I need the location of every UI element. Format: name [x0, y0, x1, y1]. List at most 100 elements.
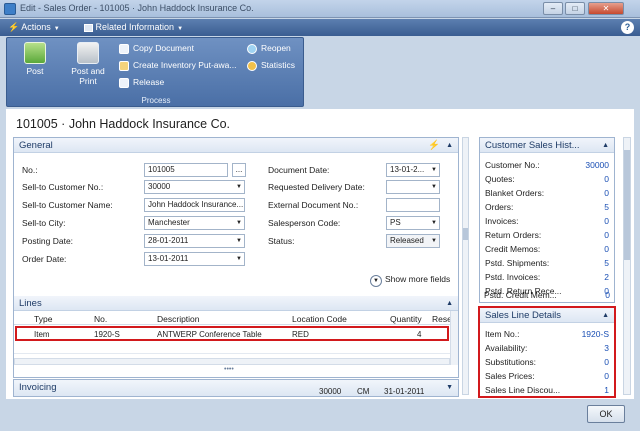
document-date-field[interactable]: 13-01-2... ▼ — [386, 163, 440, 177]
lines-column-header: Type No. Description Location Code Quant… — [14, 311, 452, 325]
factbox-value-link[interactable]: 0 — [604, 188, 609, 198]
requested-delivery-date-field[interactable]: ▼ — [386, 180, 440, 194]
factbox-label: Sales Line Discou... — [485, 385, 561, 395]
copy-document-button[interactable]: Copy Document — [119, 41, 194, 56]
lines-vertical-scrollbar[interactable] — [450, 311, 458, 365]
row-description: ANTWERP Conference Table — [157, 330, 262, 339]
sell-to-city-field[interactable]: Manchester ▼ — [144, 216, 245, 230]
main-scrollbar[interactable] — [462, 137, 469, 395]
ok-button[interactable]: OK — [587, 405, 625, 423]
sell-to-customer-no-label: Sell-to Customer No.: — [22, 182, 104, 192]
row-type: Item — [34, 330, 50, 339]
factbox-value-link[interactable]: 30000 — [585, 160, 609, 170]
factbox-value-link[interactable]: 1920-S — [582, 329, 609, 339]
show-more-fields-button[interactable]: ▼ Show more fields — [370, 274, 450, 287]
post-icon — [24, 42, 46, 64]
sell-to-customer-no-field[interactable]: 30000 ▼ — [144, 180, 245, 194]
order-date-field[interactable]: 13-01-2011 ▼ — [144, 252, 245, 266]
column-description[interactable]: Description — [157, 314, 200, 324]
column-no[interactable]: No. — [94, 314, 107, 324]
factbox-label: Pstd. Credit Mem... — [484, 290, 557, 300]
factbox-value-link[interactable]: 0 — [604, 174, 609, 184]
release-button[interactable]: Release — [119, 75, 164, 90]
factbox-label: Availability: — [485, 343, 528, 353]
collapse-icon[interactable]: ▲ — [602, 308, 609, 323]
related-information-menu[interactable]: Related Information ▼ — [84, 21, 183, 34]
status-label: Status: — [268, 236, 295, 246]
factbox-value-link[interactable]: 0 — [604, 357, 609, 367]
factbox-value-link[interactable]: 0 — [604, 244, 609, 254]
lines-horizontal-scrollbar[interactable] — [14, 358, 450, 365]
table-row[interactable]: Item 1920-S ANTWERP Conference Table RED… — [15, 326, 449, 341]
minimize-button[interactable]: – — [543, 2, 563, 15]
factbox-value-link[interactable]: 0 — [604, 230, 609, 240]
collapse-icon[interactable]: ▲ — [446, 138, 453, 153]
inventory-icon — [119, 60, 129, 71]
factbox-value-link[interactable]: 2 — [604, 272, 609, 282]
general-header[interactable]: General ⚡ ▲ — [14, 138, 458, 153]
sell-to-city-label: Sell-to City: — [22, 218, 66, 228]
factbox-label: Substitutions: — [485, 357, 537, 367]
factbox-value-link[interactable]: 0 — [604, 371, 609, 381]
ribbon-group-label: Process — [141, 96, 171, 105]
action-menu-bar: ⚡ Actions ▼ Related Information ▼ ? — [0, 19, 640, 36]
general-panel: General ⚡ ▲ No.: 101005 ... Sell-to Cust… — [13, 137, 459, 297]
status-field[interactable]: Released ▼ — [386, 234, 440, 248]
assist-edit-button[interactable]: ... — [232, 163, 246, 177]
invoicing-panel: Invoicing 30000 CM 31-01-2011 ▼ — [13, 379, 459, 397]
window-icon — [4, 3, 16, 15]
posting-date-label: Posting Date: — [22, 236, 74, 246]
factbox-value-link[interactable]: 0 — [604, 216, 609, 226]
resize-grip[interactable]: •••• — [224, 366, 234, 373]
no-field[interactable]: 101005 — [144, 163, 228, 177]
lines-header[interactable]: Lines ▲ — [14, 296, 458, 311]
column-reserved[interactable]: Rese — [432, 314, 452, 324]
column-location-code[interactable]: Location Code — [292, 314, 347, 324]
factbox-value-link[interactable]: 0 — [596, 290, 610, 300]
chevron-down-icon: ▼ — [53, 26, 60, 32]
help-button[interactable]: ? — [621, 21, 634, 34]
salesperson-code-field[interactable]: PS ▼ — [386, 216, 440, 230]
factbox-value-link[interactable]: 5 — [604, 202, 609, 212]
expand-circle-icon: ▼ — [370, 275, 382, 287]
create-inventory-putaway-button[interactable]: Create Inventory Put-awa... — [119, 58, 236, 73]
collapse-icon[interactable]: ▲ — [602, 138, 609, 153]
release-icon — [119, 77, 129, 88]
factbox-value-link[interactable]: 3 — [604, 343, 609, 353]
related-info-icon — [84, 23, 93, 32]
invoicing-amount: 30000 — [319, 387, 342, 396]
maximize-button[interactable]: □ — [565, 2, 585, 15]
statistics-button[interactable]: Statistics — [247, 58, 295, 73]
invoicing-header[interactable]: Invoicing 30000 CM 31-01-2011 ▼ — [14, 380, 458, 396]
scrollbar-thumb[interactable] — [463, 228, 468, 240]
close-button[interactable]: ✕ — [588, 2, 624, 15]
factbox-scrollbar[interactable] — [623, 137, 631, 395]
actions-menu[interactable]: ⚡ Actions ▼ — [8, 21, 60, 34]
expand-icon[interactable]: ▼ — [446, 380, 453, 395]
collapse-icon[interactable]: ▲ — [446, 296, 453, 311]
dropdown-icon: ▼ — [236, 184, 242, 190]
column-quantity[interactable]: Quantity — [390, 314, 422, 324]
post-button[interactable]: Post — [17, 42, 53, 76]
factbox-label: Customer No.: — [485, 160, 540, 170]
posting-date-field[interactable]: 28-01-2011 ▼ — [144, 234, 245, 248]
chevron-down-icon: ▼ — [177, 26, 184, 32]
reopen-button[interactable]: Reopen — [247, 41, 291, 56]
lightning-icon: ⚡ — [8, 22, 20, 32]
window-title: Edit - Sales Order - 101005 · John Haddo… — [20, 3, 254, 13]
row-location-code: RED — [292, 330, 309, 339]
statistics-icon — [247, 60, 257, 71]
sales-line-details-header[interactable]: Sales Line Details ▲ — [480, 308, 614, 323]
post-and-print-button[interactable]: Post and Print — [67, 42, 109, 86]
sell-to-customer-name-field[interactable]: John Haddock Insurance... — [144, 198, 245, 212]
factbox-value-link[interactable]: 5 — [604, 258, 609, 268]
external-document-no-field[interactable] — [386, 198, 440, 212]
row-no: 1920-S — [94, 330, 120, 339]
factbox-label: Pstd. Invoices: — [485, 272, 541, 282]
column-type[interactable]: Type — [34, 314, 52, 324]
customer-sales-history-header[interactable]: Customer Sales Hist... ▲ — [480, 138, 614, 153]
table-row-empty[interactable] — [14, 342, 450, 354]
scrollbar-thumb[interactable] — [624, 150, 630, 260]
invoicing-date: 31-01-2011 — [384, 387, 425, 396]
factbox-value-link[interactable]: 1 — [604, 385, 609, 395]
